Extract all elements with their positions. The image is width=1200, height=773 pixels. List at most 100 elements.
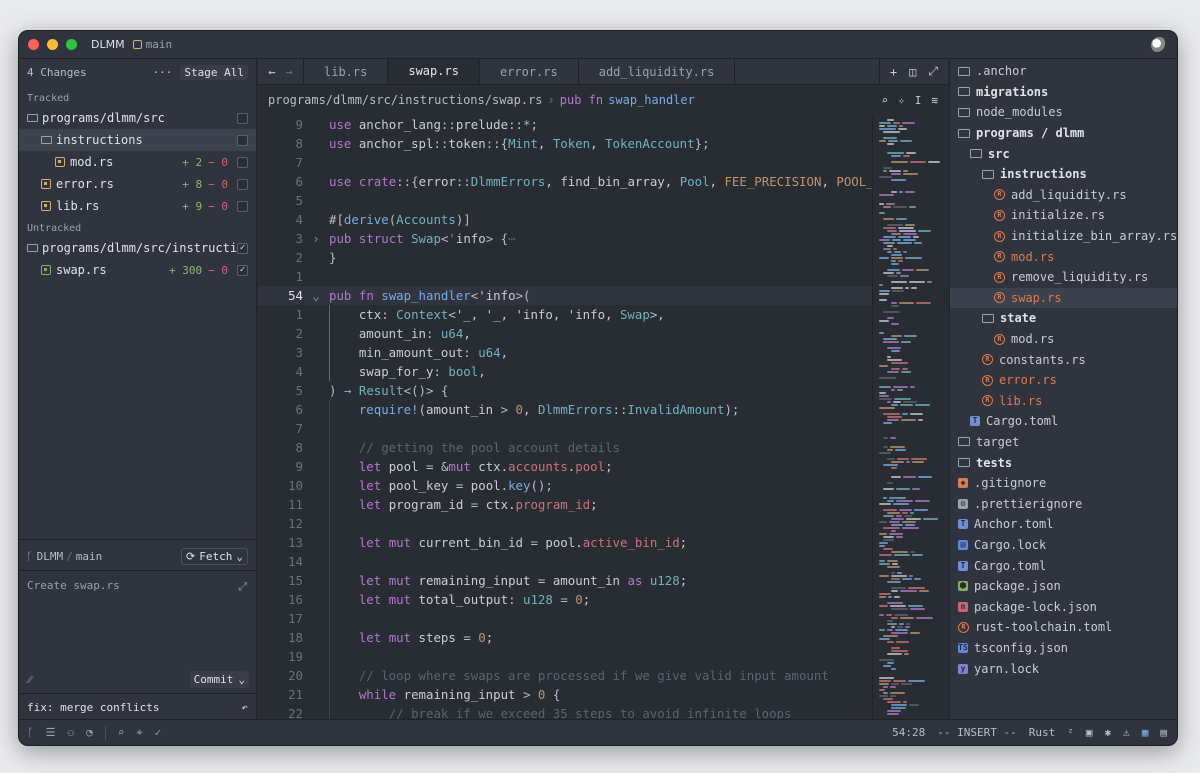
tree-folder[interactable]: src xyxy=(950,143,1177,164)
maximize-icon[interactable]: ⤢ xyxy=(928,64,938,79)
branch-name[interactable]: main xyxy=(76,550,103,563)
tab-error-rs[interactable]: error.rs xyxy=(480,59,579,84)
code-line[interactable]: 4 swap_for_y: bool, xyxy=(258,362,872,381)
stage-checkbox[interactable] xyxy=(237,200,248,212)
breadcrumb-path[interactable]: programs/dlmm/src/instructions/swap.rs xyxy=(268,93,543,107)
code-line[interactable]: 8 // getting the pool account details xyxy=(258,438,872,457)
changed-file-row[interactable]: mod.rs + 2 − 0 xyxy=(19,151,256,173)
tree-folder[interactable]: target xyxy=(950,432,1177,453)
project-name[interactable]: DLMM xyxy=(91,38,125,51)
tree-file[interactable]: Rmod.rs xyxy=(950,246,1177,267)
code-line[interactable]: 14 xyxy=(258,552,872,571)
code-line[interactable]: 13 let mut current_bin_id = pool.active_… xyxy=(258,533,872,552)
code-line[interactable]: 54 ⌄ pub fn swap_handler<'info>( xyxy=(258,286,872,305)
text-cursor-icon[interactable]: I xyxy=(915,94,922,107)
changed-file-row[interactable]: error.rs + 8 − 0 xyxy=(19,173,256,195)
code-line[interactable]: 2} xyxy=(258,248,872,267)
more-options-icon[interactable]: ··· xyxy=(153,66,173,79)
file-tree-icon[interactable]: ▤ xyxy=(1160,726,1167,739)
warning-icon[interactable]: ⚠ xyxy=(1123,726,1130,739)
commit-message-area[interactable]: Create swap.rs ⤢ ⁄⁄ Commit ⌄ fix: merge c… xyxy=(19,570,256,721)
tree-file[interactable]: n package-lock.json xyxy=(950,596,1177,617)
code-line[interactable]: 5) → Result<()> { xyxy=(258,381,872,400)
tree-file[interactable]: Rmod.rs xyxy=(950,329,1177,350)
generate-message-icon[interactable]: ⁄⁄ xyxy=(28,673,32,686)
tree-file[interactable]: ⬢ package.json xyxy=(950,576,1177,597)
commit-button[interactable]: Commit ⌄ xyxy=(189,671,249,688)
code-line[interactable]: 4 #[derive(Accounts)] xyxy=(258,210,872,229)
cursor-position[interactable]: 54:28 xyxy=(892,726,925,739)
tree-file[interactable]: Rrust-toolchain.toml xyxy=(950,617,1177,638)
tree-file[interactable]: ⚙ .prettierignore xyxy=(950,493,1177,514)
tree-folder[interactable]: programs / dlmm xyxy=(950,123,1177,144)
language-selector[interactable]: Rust xyxy=(1029,726,1056,739)
stage-checkbox-checked[interactable]: ✓ xyxy=(237,264,248,276)
stage-checkbox[interactable] xyxy=(237,112,248,124)
tree-file[interactable]: T Cargo.toml xyxy=(950,555,1177,576)
avatar[interactable] xyxy=(1151,37,1167,53)
code-line[interactable]: 7 xyxy=(258,419,872,438)
code-line[interactable]: 1 ctx: Context<'_, '_, 'info, 'info, Swa… xyxy=(258,305,872,324)
code-line[interactable]: 9 use anchor_lang::prelude::*; xyxy=(258,115,872,134)
tree-file[interactable]: Rinitialize.rs xyxy=(950,205,1177,226)
split-pane-icon[interactable]: ◫ xyxy=(909,65,916,79)
git-icon[interactable]: ᚴ xyxy=(27,726,34,740)
code-line[interactable]: 3 min_amount_out: u64, xyxy=(258,343,872,362)
tree-folder[interactable]: node_modules xyxy=(950,102,1177,123)
tree-file[interactable]: Rlib.rs xyxy=(950,391,1177,412)
code-line[interactable]: 2 amount_in: u64, xyxy=(258,324,872,343)
settings-icon[interactable]: ≋ xyxy=(931,94,938,107)
tree-folder[interactable]: state xyxy=(950,308,1177,329)
forward-arrow-icon[interactable]: → xyxy=(286,65,293,79)
tree-file[interactable]: Radd_liquidity.rs xyxy=(950,185,1177,206)
search-icon[interactable]: ⌕ xyxy=(118,726,125,740)
tree-file[interactable]: Rswap.rs xyxy=(950,287,1177,309)
branch-picker[interactable]: main xyxy=(132,38,172,51)
diagnostics-icon[interactable]: ⌖ xyxy=(136,726,142,740)
tree-file[interactable]: ▤ Cargo.lock xyxy=(950,535,1177,556)
tree-file[interactable]: Rinitialize_bin_array.rs xyxy=(950,226,1177,247)
tab-swap-rs[interactable]: swap.rs xyxy=(388,59,480,84)
stage-checkbox-checked[interactable]: ✓ xyxy=(237,242,248,254)
code-line[interactable]: 6 use crate::{error::DlmmErrors, find_bin… xyxy=(258,172,872,191)
zoom-button[interactable] xyxy=(66,39,77,50)
untracked-folder-row[interactable]: programs/dlmm/src/instructi… ✓ xyxy=(19,237,256,259)
code-line[interactable]: 12 xyxy=(258,514,872,533)
sleep-icon[interactable]: ᶻ xyxy=(1067,726,1074,739)
fold-chevron-icon[interactable]: ⌄ xyxy=(303,286,329,305)
tree-file[interactable]: Rconstants.rs xyxy=(950,349,1177,370)
code-line[interactable]: 15 let mut remaining_input = amount_in a… xyxy=(258,571,872,590)
code-line[interactable]: 9 let pool = &mut ctx.accounts.pool; xyxy=(258,457,872,476)
tree-folder[interactable]: .anchor xyxy=(950,61,1177,82)
tree-file[interactable]: Rremove_liquidity.rs xyxy=(950,267,1177,288)
code-line[interactable]: 5 xyxy=(258,191,872,210)
code-line[interactable]: 19 xyxy=(258,647,872,666)
tree-folder[interactable]: instructions xyxy=(950,164,1177,185)
code-line[interactable]: 7 xyxy=(258,153,872,172)
notification-icon[interactable]: ◔ xyxy=(86,726,93,740)
code-line[interactable]: 11 let program_id = ctx.program_id; xyxy=(258,495,872,514)
stage-checkbox[interactable] xyxy=(237,134,248,146)
tree-file[interactable]: ◆ .gitignore xyxy=(950,473,1177,494)
code-line[interactable]: 6 require!(amount_in > 0, DlmmErrors::In… xyxy=(258,400,872,419)
tab-add-liquidity-rs[interactable]: add_liquidity.rs xyxy=(579,59,736,84)
tracked-subfolder-row[interactable]: instructions xyxy=(19,129,256,151)
assistant-icon[interactable]: ✧ xyxy=(898,94,905,107)
commit-message-input[interactable]: Create swap.rs xyxy=(27,579,120,592)
terminal-icon[interactable]: ▣ xyxy=(1086,726,1093,739)
code-line[interactable]: 18 let mut steps = 0; xyxy=(258,628,872,647)
tree-file[interactable]: T Anchor.toml xyxy=(950,514,1177,535)
tree-file[interactable]: T Cargo.toml xyxy=(950,411,1177,432)
stage-checkbox[interactable] xyxy=(237,156,248,168)
code-line[interactable]: 10 let pool_key = pool.key(); xyxy=(258,476,872,495)
minimize-button[interactable] xyxy=(47,39,58,50)
debug-icon[interactable]: ✱ xyxy=(1105,726,1112,739)
search-icon[interactable]: ⌕ xyxy=(882,94,889,107)
tree-folder[interactable]: tests xyxy=(950,452,1177,473)
fetch-button[interactable]: ⟳ Fetch ⌄ xyxy=(181,548,248,565)
tracked-folder-row[interactable]: programs/dlmm/src xyxy=(19,107,256,129)
fold-chevron-icon[interactable]: › xyxy=(303,229,329,248)
tree-folder[interactable]: migrations xyxy=(950,82,1177,103)
code-line[interactable]: 21 while remaining_input > 0 { xyxy=(258,685,872,704)
stage-checkbox[interactable] xyxy=(237,178,248,190)
